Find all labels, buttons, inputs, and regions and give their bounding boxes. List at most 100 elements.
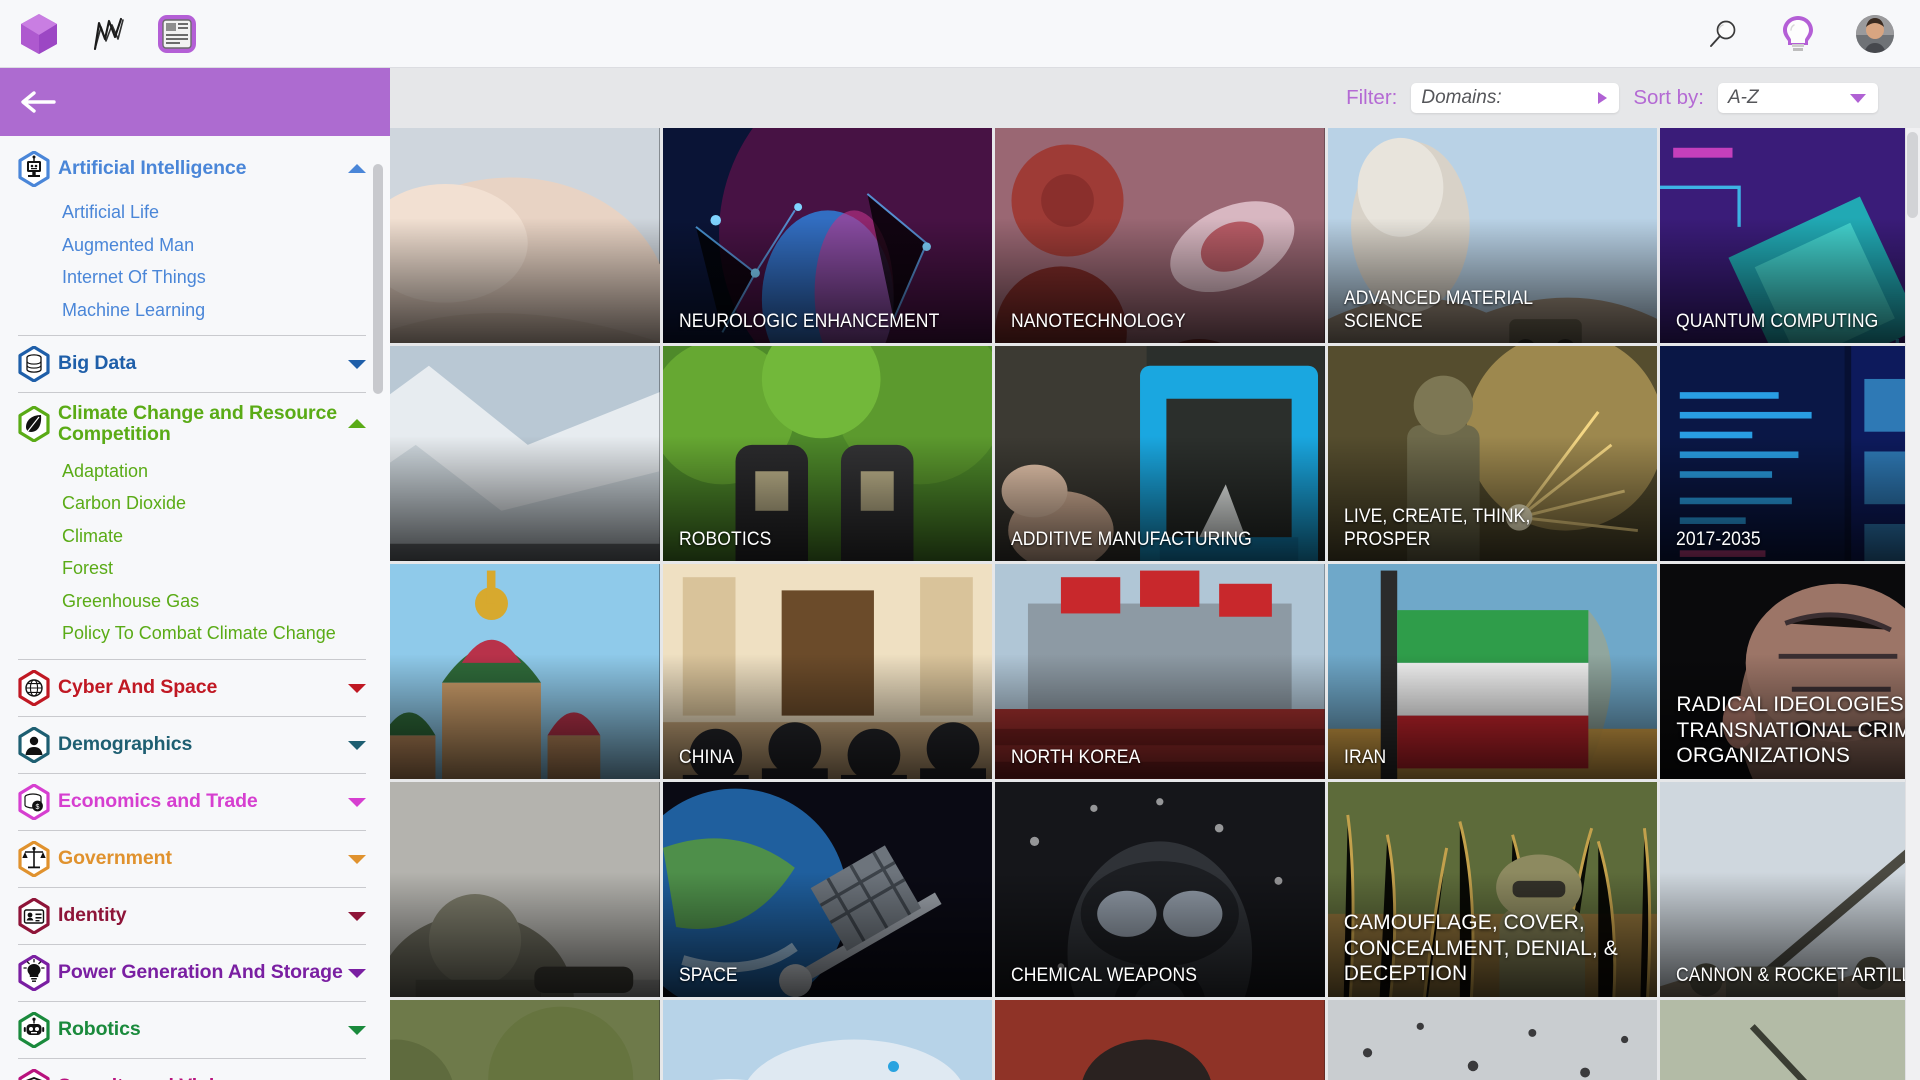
sidebar-divider — [18, 943, 366, 945]
sidebar-group-security-and-violence: Security and Violence — [0, 1062, 390, 1080]
lightbulb-icon[interactable] — [1780, 14, 1816, 54]
sidebar-item-power-generation-and-storage[interactable]: Power Generation And Storage — [0, 948, 390, 998]
sidebar-scrollbar-thumb[interactable] — [373, 164, 383, 394]
sidebar-item-artificial-intelligence[interactable]: Artificial Intelligence — [0, 144, 390, 194]
card-advanced-material-science[interactable]: ADVANCED MATERIAL SCIENCE — [1327, 128, 1658, 343]
news-logo[interactable] — [156, 13, 198, 55]
sidebar-subitem-machine-learning[interactable]: Machine Learning — [0, 294, 390, 327]
sidebar-group-label: Security and Violence — [58, 1075, 258, 1080]
sidebar-subitem-greenhouse-gas[interactable]: Greenhouse Gas — [0, 585, 390, 618]
card-grid: NEUROLOGIC ENHANCEMENT NANOTECHNOLOGY ADVA… — [390, 128, 1920, 1080]
main-content: Filter: Domains: Sort by: A-Z NEUROLOGIC… — [390, 68, 1920, 1080]
sidebar-group-demographics: Demographics — [0, 720, 390, 774]
card-partial[interactable] — [662, 1000, 993, 1080]
card-title: ROBOTICS — [678, 528, 771, 551]
sidebar-subitem-internet-of-things[interactable]: Internet Of Things — [0, 261, 390, 294]
chevron-down-icon[interactable] — [348, 683, 366, 693]
card-nanotechnology[interactable]: NANOTECHNOLOGY — [995, 128, 1325, 343]
card-title: CANNON & ROCKET ARTILLERY — [1676, 964, 1920, 987]
user-avatar[interactable] — [1856, 14, 1894, 53]
zigzag-logo[interactable] — [88, 13, 130, 55]
card-partial[interactable] — [995, 1000, 1325, 1080]
database-icon — [18, 346, 50, 382]
card-partial[interactable] — [390, 128, 660, 343]
card-partial[interactable] — [390, 346, 660, 561]
card-title: NEUROLOGIC ENHANCEMENT — [678, 310, 939, 333]
card-2017-2035[interactable]: 2017-2035 — [1660, 346, 1920, 561]
scales-icon — [18, 840, 50, 877]
sidebar-subitem-adaptation[interactable]: Adaptation — [0, 455, 390, 488]
sidebar-group-label: Robotics — [58, 1018, 141, 1041]
svg-text:$: $ — [36, 804, 40, 811]
card-neurologic-enhancement[interactable]: NEUROLOGIC ENHANCEMENT — [662, 128, 993, 343]
sidebar-subitem-climate[interactable]: Climate — [0, 520, 390, 553]
chevron-down-icon[interactable] — [348, 854, 366, 864]
sidebar-divider — [18, 1057, 366, 1059]
chevron-up-icon[interactable] — [348, 164, 366, 173]
card-additive-manufacturing[interactable]: ADDITIVE MANUFACTURING — [995, 346, 1325, 561]
sidebar-item-climate-change-and-resource-competition[interactable]: Climate Change and Resource Competition — [0, 396, 390, 453]
card-chemical-weapons[interactable]: CHEMICAL WEAPONS — [995, 782, 1325, 997]
card-radical-ideologies-transnational-criminal-organizations[interactable]: RADICAL IDEOLOGIES & TRANSNATIONAL CRIMI… — [1660, 564, 1920, 779]
main-scrollbar-thumb[interactable] — [1907, 132, 1918, 218]
sidebar-group-climate-change-and-resource-competition: Climate Change and Resource Competition A… — [0, 396, 390, 660]
card-cannon-rocket-artillery[interactable]: CANNON & ROCKET ARTILLERY — [1660, 782, 1920, 997]
card-camouflage-cover-concealment-denial-deception[interactable]: CAMOUFLAGE, COVER, CONCEALMENT, DENIAL, … — [1327, 782, 1658, 997]
sidebar-subitem-augmented-man[interactable]: Augmented Man — [0, 229, 390, 262]
chevron-up-icon[interactable] — [348, 419, 366, 429]
chevron-down-icon[interactable] — [348, 968, 366, 978]
sidebar-group-power-generation-and-storage: Power Generation And Storage — [0, 948, 390, 1002]
sidebar-item-demographics[interactable]: Demographics — [0, 720, 390, 770]
card-title: 2017-2035 — [1676, 528, 1762, 551]
sidebar-divider — [18, 829, 366, 831]
card-partial[interactable] — [1660, 1000, 1920, 1080]
chevron-down-icon[interactable] — [348, 1025, 366, 1035]
sidebar-item-big-data[interactable]: Big Data — [0, 339, 390, 389]
card-space[interactable]: SPACE — [662, 782, 993, 997]
chevron-down-icon[interactable] — [348, 797, 366, 807]
sidebar-divider — [18, 1000, 366, 1002]
sidebar-subitem-policy-to-combat-climate-change[interactable]: Policy To Combat Climate Change — [0, 617, 390, 650]
sidebar-item-identity[interactable]: Identity — [0, 891, 390, 941]
sidebar-divider — [18, 658, 366, 660]
card-live-create-think-prosper[interactable]: LIVE, CREATE, THINK, PROSPER — [1327, 346, 1658, 561]
card-image — [662, 1000, 993, 1080]
sidebar-item-security-and-violence[interactable]: Security and Violence — [0, 1062, 390, 1080]
sidebar-group-label: Climate Change and Resource Competition — [58, 402, 338, 446]
main-scrollbar-track[interactable] — [1905, 128, 1920, 1080]
sort-select[interactable]: A-Z — [1718, 83, 1878, 113]
sidebar-item-government[interactable]: Government — [0, 834, 390, 884]
card-title: CHEMICAL WEAPONS — [1011, 964, 1198, 987]
card-iran[interactable]: IRAN — [1327, 564, 1658, 779]
card-gradient-overlay — [390, 872, 660, 997]
card-partial[interactable] — [1327, 1000, 1658, 1080]
sort-value: A-Z — [1728, 87, 1759, 108]
hexagon-logo[interactable] — [16, 11, 62, 57]
app-bar-actions — [1706, 14, 1920, 54]
search-icon[interactable] — [1706, 17, 1740, 51]
card-gradient-overlay — [390, 218, 660, 343]
sidebar-item-cyber-and-space[interactable]: Cyber And Space — [0, 663, 390, 713]
card-robotics[interactable]: ROBOTICS — [662, 346, 993, 561]
card-quantum-computing[interactable]: QUANTUM COMPUTING — [1660, 128, 1920, 343]
card-partial[interactable] — [390, 782, 660, 997]
robot-icon — [18, 1011, 50, 1048]
chevron-down-icon[interactable] — [348, 911, 366, 921]
card-title: ADDITIVE MANUFACTURING — [1011, 528, 1253, 551]
card-partial[interactable] — [390, 1000, 660, 1080]
back-arrow-icon[interactable] — [16, 87, 60, 117]
sidebar-subitem-artificial-life[interactable]: Artificial Life — [0, 196, 390, 229]
app-bar-logos — [0, 11, 198, 57]
sidebar-item-robotics[interactable]: Robotics — [0, 1005, 390, 1055]
card-partial[interactable] — [390, 564, 660, 779]
card-title: LIVE, CREATE, THINK, PROSPER — [1343, 505, 1531, 551]
chevron-down-icon[interactable] — [348, 360, 366, 369]
domains-filter-select[interactable]: Domains: — [1411, 83, 1620, 113]
sidebar-subitem-carbon-dioxide[interactable]: Carbon Dioxide — [0, 487, 390, 520]
sidebar-subitem-forest[interactable]: Forest — [0, 552, 390, 585]
chevron-down-icon[interactable] — [348, 740, 366, 750]
sidebar-item-economics-and-trade[interactable]: $ Economics and Trade — [0, 777, 390, 827]
card-north-korea[interactable]: NORTH KOREA — [995, 564, 1325, 779]
app-bar — [0, 0, 1920, 68]
card-china[interactable]: CHINA — [662, 564, 993, 779]
